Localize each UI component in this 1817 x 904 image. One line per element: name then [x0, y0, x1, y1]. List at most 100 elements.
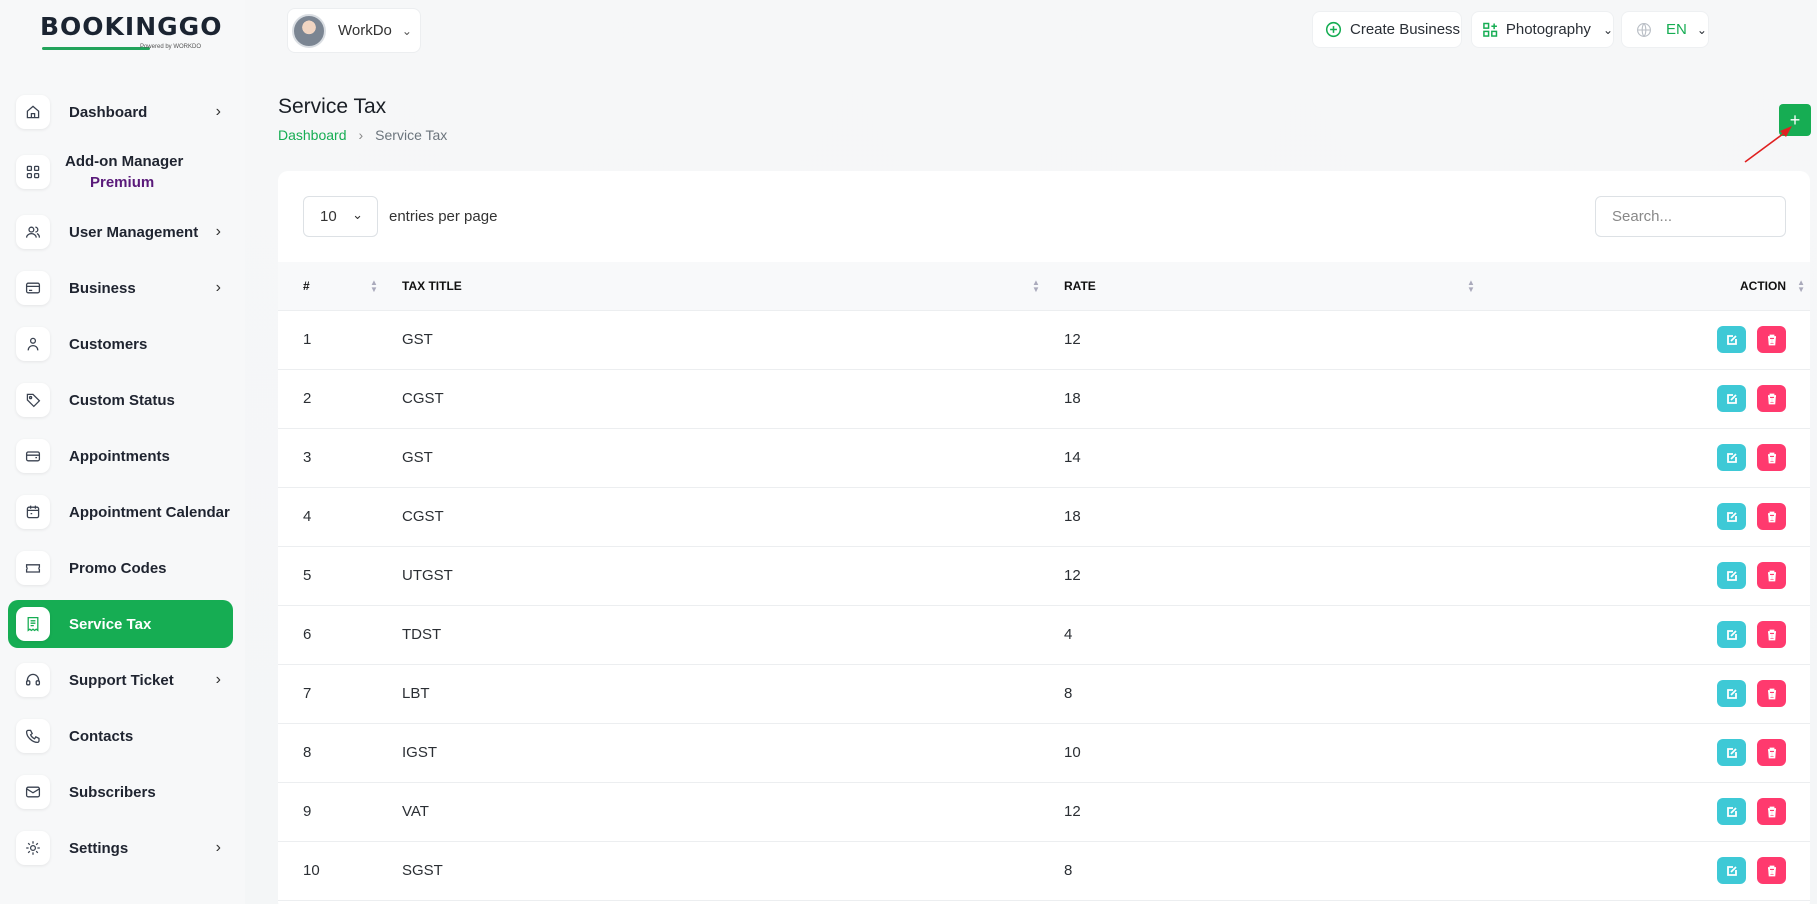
row-number: 1	[303, 331, 312, 348]
table-row: 5 UTGST 12	[278, 546, 1810, 605]
edit-button[interactable]	[1717, 680, 1746, 707]
edit-button[interactable]	[1717, 621, 1746, 648]
row-actions	[1464, 782, 1810, 841]
delete-button[interactable]	[1757, 385, 1786, 412]
sidebar-item-customers[interactable]: Customers	[8, 320, 233, 368]
apps-icon	[1483, 22, 1498, 37]
edit-button[interactable]	[1717, 385, 1746, 412]
sidebar-item-service-tax[interactable]: Service Tax	[8, 600, 233, 648]
column-header-action[interactable]: ACTION ▲ ▼	[1464, 262, 1810, 310]
edit-button[interactable]	[1717, 444, 1746, 471]
sidebar-item-user-management[interactable]: User Management ›	[8, 208, 233, 256]
sidebar-item-promo-codes[interactable]: Promo Codes	[8, 544, 233, 592]
edit-button[interactable]	[1717, 739, 1746, 766]
business-select[interactable]: Photography ⌄	[1471, 11, 1614, 48]
column-header-rate[interactable]: RATE ▲ ▼	[1064, 262, 1475, 310]
sidebar-item-contacts[interactable]: Contacts	[8, 712, 233, 760]
tax-title: CGST	[402, 390, 444, 407]
edit-icon	[1726, 393, 1737, 404]
headset-icon	[16, 663, 50, 697]
delete-button[interactable]	[1757, 444, 1786, 471]
mail-icon	[16, 775, 50, 809]
delete-button[interactable]	[1757, 326, 1786, 353]
tax-title: IGST	[402, 744, 438, 761]
page-size-select[interactable]: 10 ⌄	[303, 196, 378, 237]
table-row: 6 TDST 4	[278, 605, 1810, 664]
tax-title: GST	[402, 449, 433, 466]
sidebar-item-label: Support Ticket	[69, 671, 174, 689]
sidebar-item-add-on-manager[interactable]: Add-on Manager Premium	[8, 144, 233, 200]
logo-text: BOOKINGGO	[40, 12, 223, 41]
sort-icon: ▲ ▼	[1797, 278, 1805, 294]
table-row: 1 GST 12	[278, 310, 1810, 369]
edit-button[interactable]	[1717, 503, 1746, 530]
edit-button[interactable]	[1717, 798, 1746, 825]
calendar-icon	[16, 495, 50, 529]
sidebar-item-custom-status[interactable]: Custom Status	[8, 376, 233, 424]
edit-button[interactable]	[1717, 562, 1746, 589]
trash-icon	[1767, 570, 1776, 581]
edit-icon	[1726, 511, 1737, 522]
column-header-number[interactable]: # ▲ ▼	[278, 262, 402, 310]
row-actions	[1464, 841, 1810, 900]
column-header-label: #	[303, 278, 310, 293]
row-number: 6	[303, 626, 312, 643]
chevron-right-icon: ›	[215, 839, 221, 856]
sidebar-item-appointment-calendar[interactable]: Appointment Calendar	[8, 488, 233, 536]
sidebar-item-settings[interactable]: Settings ›	[8, 824, 233, 872]
edit-icon	[1726, 865, 1737, 876]
row-actions	[1464, 546, 1810, 605]
tax-rate: 12	[1064, 331, 1081, 348]
sidebar-item-business[interactable]: Business ›	[8, 264, 233, 312]
tax-title: GST	[402, 331, 433, 348]
card-icon	[16, 271, 50, 305]
grid-icon	[16, 155, 50, 189]
chevron-right-icon: ›	[215, 671, 221, 688]
trash-icon	[1767, 806, 1776, 817]
language-select[interactable]: EN ⌄	[1621, 11, 1709, 48]
tax-title: CGST	[402, 508, 444, 525]
tax-title: UTGST	[402, 567, 453, 584]
sidebar-item-dashboard[interactable]: Dashboard ›	[8, 88, 233, 136]
sidebar-item-label: Contacts	[69, 727, 134, 745]
edit-button[interactable]	[1717, 326, 1746, 353]
sidebar-item-support-ticket[interactable]: Support Ticket ›	[8, 656, 233, 704]
receipt-icon	[16, 607, 50, 641]
ticket-icon	[16, 551, 50, 585]
sort-icon: ▲ ▼	[1032, 278, 1040, 294]
row-actions	[1464, 664, 1810, 723]
row-actions	[1464, 605, 1810, 664]
create-business-button[interactable]: Create Business	[1312, 11, 1462, 48]
delete-button[interactable]	[1757, 562, 1786, 589]
page-size-value: 10	[320, 208, 337, 225]
tax-rate: 8	[1064, 862, 1073, 879]
edit-icon	[1726, 629, 1737, 640]
entries-control: 10 ⌄ entries per page	[303, 196, 497, 237]
row-actions	[1464, 310, 1810, 369]
wallet-icon	[16, 439, 50, 473]
breadcrumb-separator: ›	[358, 127, 364, 143]
chevron-right-icon: ›	[215, 279, 221, 296]
trash-icon	[1767, 629, 1776, 640]
breadcrumb-dashboard-link[interactable]: Dashboard	[278, 127, 347, 143]
delete-button[interactable]	[1757, 739, 1786, 766]
sidebar-item-appointments[interactable]: Appointments	[8, 432, 233, 480]
chevron-down-icon: ⌄	[401, 23, 412, 38]
row-number: 2	[303, 390, 312, 407]
sidebar-item-subscribers[interactable]: Subscribers	[8, 768, 233, 816]
delete-button[interactable]	[1757, 503, 1786, 530]
delete-button[interactable]	[1757, 857, 1786, 884]
row-number: 7	[303, 685, 312, 702]
workspace-switcher[interactable]: WorkDo ⌄	[287, 8, 421, 53]
edit-icon	[1726, 452, 1737, 463]
chevron-right-icon: ›	[215, 103, 221, 120]
search-input[interactable]	[1595, 196, 1786, 237]
bookinggo-logo[interactable]: BOOKINGGO Powered by WORKDO	[40, 12, 223, 54]
delete-button[interactable]	[1757, 621, 1786, 648]
column-header-tax-title[interactable]: TAX TITLE ▲ ▼	[402, 262, 1064, 310]
delete-button[interactable]	[1757, 798, 1786, 825]
column-header-label: RATE	[1064, 278, 1096, 293]
edit-button[interactable]	[1717, 857, 1746, 884]
trash-icon	[1767, 688, 1776, 699]
delete-button[interactable]	[1757, 680, 1786, 707]
